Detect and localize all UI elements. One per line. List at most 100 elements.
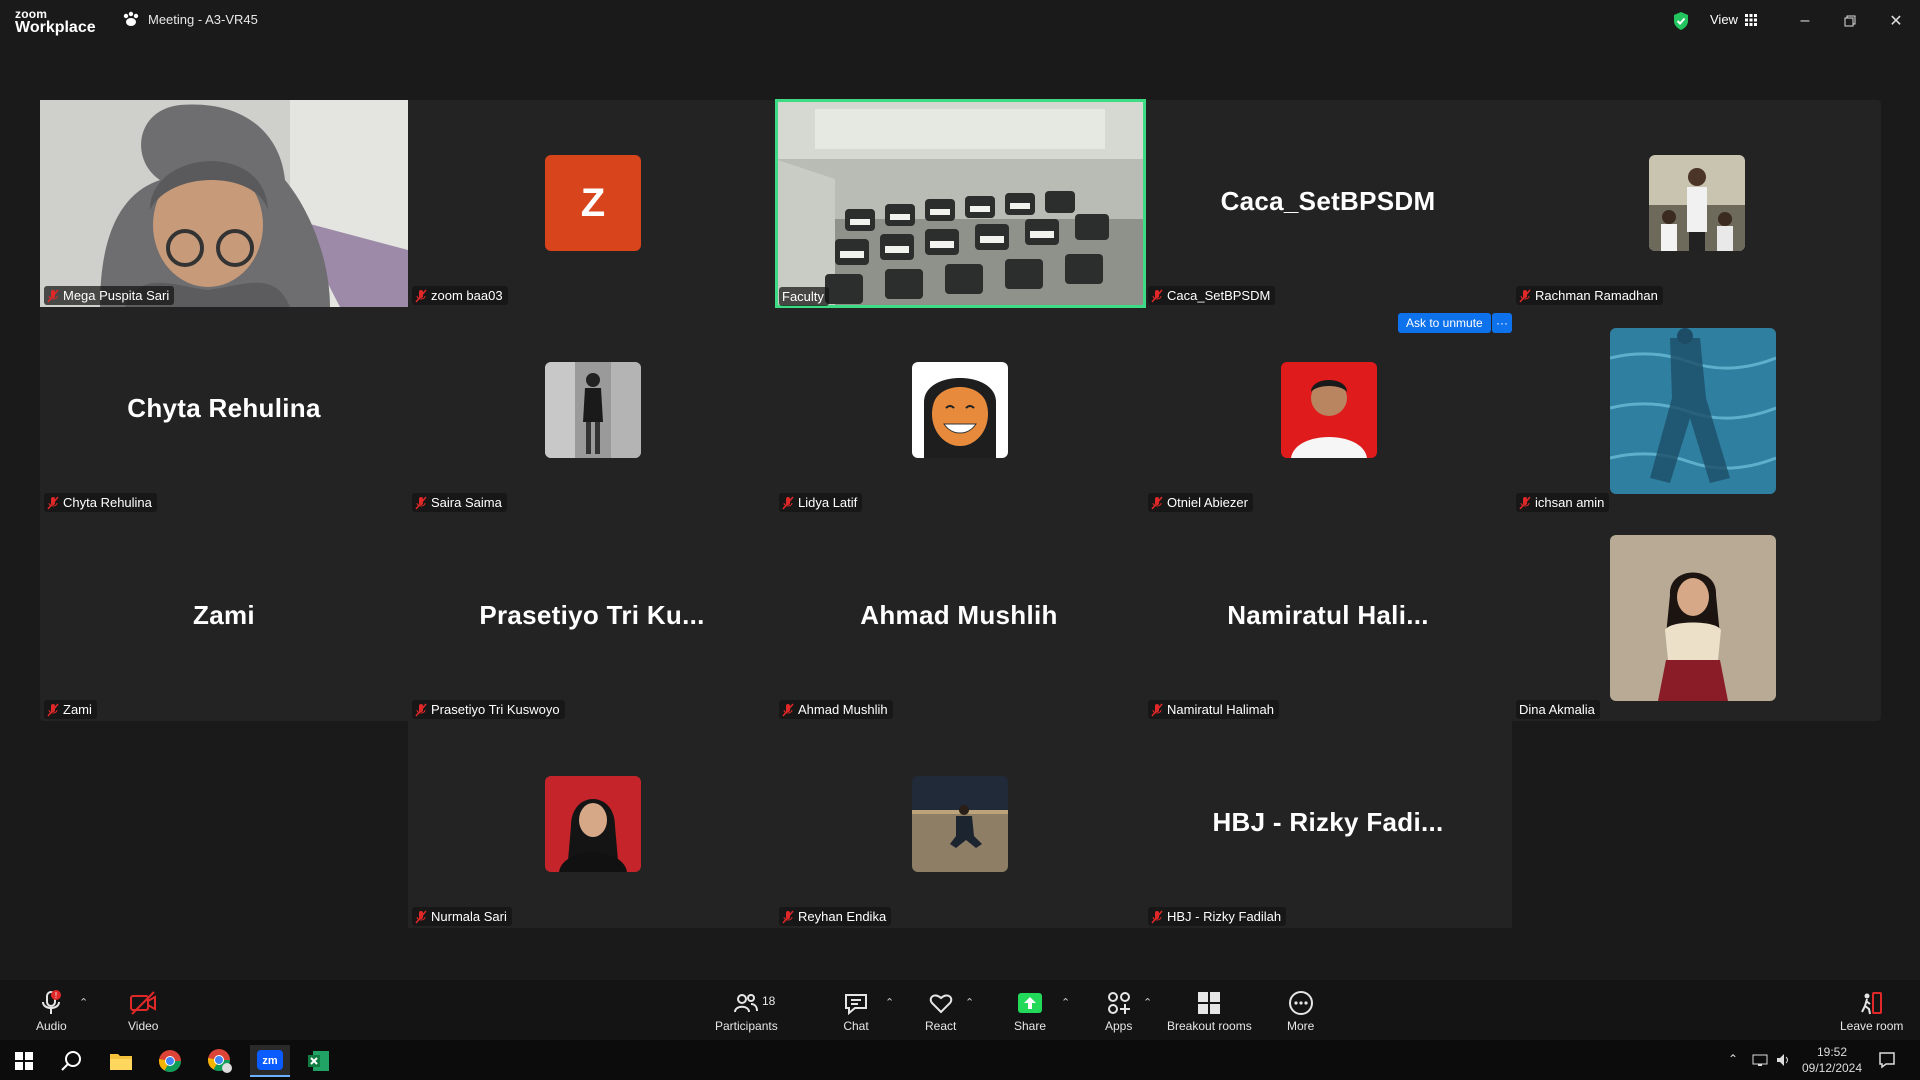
svg-text:!: ! <box>55 991 57 1000</box>
participant-name: ichsan amin <box>1535 495 1605 510</box>
participant-label: Faculty <box>779 287 829 306</box>
video-label: Video <box>128 1019 159 1033</box>
participant-tile[interactable]: Nurmala Sari <box>408 721 776 928</box>
notification-icon[interactable] <box>1878 1051 1896 1069</box>
zoom-logo: zoom Workplace <box>15 8 96 36</box>
meeting-paw-icon <box>123 11 139 26</box>
participant-name: Ahmad Mushlih <box>798 702 888 717</box>
security-shield-icon[interactable] <box>1672 11 1690 31</box>
clock[interactable]: 19:52 09/12/2024 <box>1800 1044 1864 1076</box>
chat-options-caret-icon[interactable]: ⌃ <box>885 996 894 1009</box>
participant-tile[interactable]: Caca_SetBPSDM Caca_SetBPSDM <box>1144 100 1512 307</box>
mic-muted-icon <box>1151 289 1163 302</box>
participant-label: Reyhan Endika <box>779 907 892 926</box>
participant-label: Namiratul Halimah <box>1148 700 1279 719</box>
participant-display-name: Zami <box>193 600 255 630</box>
breakout-rooms-button[interactable]: Breakout rooms <box>1167 990 1252 1033</box>
participant-tile[interactable]: Zami Zami <box>40 514 408 721</box>
view-button[interactable]: View <box>1710 12 1757 27</box>
apps-icon <box>1107 992 1130 1014</box>
close-icon[interactable]: ✕ <box>1884 10 1908 32</box>
tray-chevron-icon[interactable]: ⌃ <box>1728 1052 1738 1066</box>
chrome-icon[interactable] <box>150 1045 190 1077</box>
share-label: Share <box>1014 1019 1047 1033</box>
excel-icon[interactable] <box>299 1045 339 1077</box>
participant-tile[interactable]: Z zoom baa03 <box>408 100 776 307</box>
ask-to-unmute-button[interactable]: Ask to unmute <box>1398 313 1491 333</box>
network-icon[interactable] <box>1752 1052 1768 1068</box>
participant-label: Zami <box>44 700 97 719</box>
participant-tile[interactable]: HBJ - Rizky Fadi... HBJ - Rizky Fadilah <box>1144 721 1512 928</box>
participant-tile[interactable]: Mega Puspita Sari <box>40 100 408 307</box>
participant-display-name: Namiratul Hali... <box>1227 600 1429 630</box>
volume-icon[interactable] <box>1775 1052 1791 1068</box>
participant-tile[interactable]: Namiratul Hali... Namiratul Halimah <box>1144 514 1512 721</box>
profile-photo <box>545 362 641 458</box>
restore-icon[interactable] <box>1838 10 1862 32</box>
profile-photo <box>912 776 1008 872</box>
share-button[interactable]: Share <box>1014 990 1046 1033</box>
participants-count: 18 <box>762 994 776 1008</box>
grid-view-icon <box>1744 13 1757 26</box>
participant-tile[interactable]: Ahmad Mushlih Ahmad Mushlih <box>775 514 1143 721</box>
zoom-taskbar-icon[interactable]: zm <box>250 1045 290 1077</box>
apps-button[interactable]: Apps <box>1105 990 1132 1033</box>
search-icon[interactable] <box>52 1045 92 1077</box>
participant-tile[interactable]: Rachman Ramadhan <box>1512 100 1880 307</box>
audio-label: Audio <box>36 1019 67 1033</box>
classroom-video <box>775 99 1146 308</box>
apps-options-caret-icon[interactable]: ⌃ <box>1143 996 1152 1009</box>
react-options-caret-icon[interactable]: ⌃ <box>965 996 974 1009</box>
participant-name: Chyta Rehulina <box>63 495 152 510</box>
participant-label: zoom baa03 <box>412 286 508 305</box>
react-button[interactable]: React <box>925 990 956 1033</box>
more-label: More <box>1287 1019 1315 1033</box>
chat-button[interactable]: Chat <box>843 990 869 1033</box>
chrome-profile-icon[interactable] <box>200 1045 240 1077</box>
participant-tile[interactable]: ichsan amin <box>1512 307 1880 514</box>
participant-name: Saira Saima <box>431 495 502 510</box>
participant-tile[interactable]: Dina Akmalia <box>1512 514 1880 721</box>
profile-photo <box>1610 535 1776 701</box>
mic-muted-icon <box>782 910 794 923</box>
breakout-rooms-label: Breakout rooms <box>1167 1019 1252 1033</box>
leave-room-icon <box>1860 992 1882 1015</box>
participant-tile[interactable]: Reyhan Endika <box>775 721 1143 928</box>
chat-label: Chat <box>843 1019 869 1033</box>
participant-tile[interactable]: Lidya Latif <box>775 307 1143 514</box>
title-bar: zoom Workplace Meeting - A3-VR45 View – … <box>0 0 1920 44</box>
more-button[interactable]: More <box>1287 990 1314 1033</box>
audio-options-caret-icon[interactable]: ⌃ <box>79 996 88 1009</box>
meeting-toolbar: ! Audio ⌃ Video Participants 18 Chat ⌃ R… <box>0 980 1920 1040</box>
chat-icon <box>845 994 867 1016</box>
participant-tile[interactable]: Prasetiyo Tri Ku... Prasetiyo Tri Kuswoy… <box>408 514 776 721</box>
active-speaker-tile[interactable]: Faculty <box>775 99 1146 308</box>
participant-label: ichsan amin <box>1516 493 1610 512</box>
participant-name: Prasetiyo Tri Kuswoyo <box>431 702 560 717</box>
mic-muted-icon <box>415 910 427 923</box>
participant-name: Reyhan Endika <box>798 909 887 924</box>
meeting-title: Meeting - A3-VR45 <box>148 11 258 27</box>
participant-more-button[interactable]: ··· <box>1492 313 1512 333</box>
mic-muted-icon <box>415 703 427 716</box>
participant-display-name: Ahmad Mushlih <box>860 600 1058 630</box>
participant-tile[interactable]: Chyta Rehulina Chyta Rehulina <box>40 307 408 514</box>
leave-room-label: Leave room <box>1840 1019 1904 1033</box>
participant-name: zoom baa03 <box>431 288 503 303</box>
share-options-caret-icon[interactable]: ⌃ <box>1061 996 1070 1009</box>
leave-room-button[interactable]: Leave room <box>1840 990 1903 1033</box>
windows-start-icon[interactable] <box>4 1045 44 1077</box>
participants-label: Participants <box>715 1019 778 1033</box>
participant-tile[interactable]: Saira Saima <box>408 307 776 514</box>
participant-tile[interactable]: Otniel Abiezer <box>1144 307 1512 514</box>
minimize-icon[interactable]: – <box>1793 10 1817 32</box>
audio-button[interactable]: ! Audio <box>36 990 67 1033</box>
meeting-info[interactable]: Meeting - A3-VR45 <box>122 11 258 27</box>
participant-label: Saira Saima <box>412 493 507 512</box>
participant-label: Nurmala Sari <box>412 907 512 926</box>
file-explorer-icon[interactable] <box>101 1045 141 1077</box>
mic-muted-icon: ! <box>42 990 62 1014</box>
letter-avatar: Z <box>545 155 641 251</box>
profile-photo <box>1281 362 1377 458</box>
video-button[interactable]: Video <box>128 990 158 1033</box>
